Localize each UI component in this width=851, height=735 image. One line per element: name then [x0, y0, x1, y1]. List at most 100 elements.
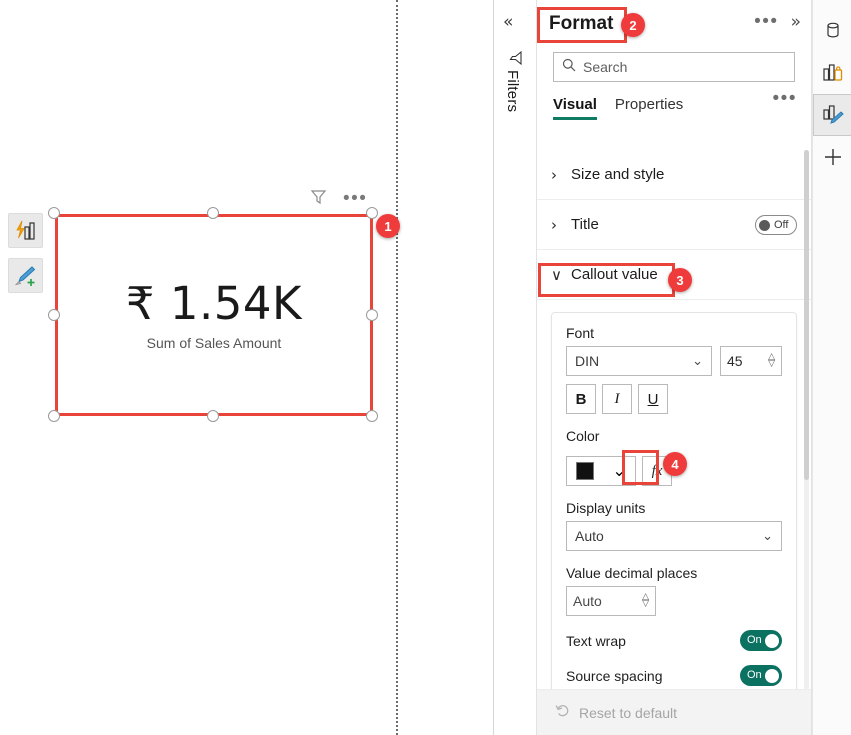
annotation-badge-4: 4 — [663, 452, 687, 476]
text-wrap-toggle[interactable]: On — [740, 630, 782, 651]
pane-more-options-icon[interactable]: ••• — [754, 12, 778, 31]
tab-visual[interactable]: Visual — [553, 96, 597, 120]
report-canvas[interactable]: ••• ₹ 1.54K Sum of Sales Amount — [0, 0, 398, 735]
pane-expand-icon[interactable]: » — [791, 12, 801, 32]
color-picker[interactable]: ⌄ — [566, 456, 636, 486]
card-visual-selected[interactable]: ₹ 1.54K Sum of Sales Amount — [55, 214, 373, 416]
resize-handle-middle-right[interactable] — [366, 309, 378, 321]
display-units-value: Auto — [575, 528, 604, 544]
resize-handle-bottom-left[interactable] — [48, 410, 60, 422]
build-visual-button[interactable] — [813, 52, 851, 94]
decimal-places-value: Auto — [573, 593, 602, 609]
funnel-icon — [504, 50, 524, 66]
resize-handle-bottom-center[interactable] — [207, 410, 219, 422]
title-toggle[interactable]: Off — [755, 215, 797, 235]
tab-properties[interactable]: Properties — [615, 96, 683, 120]
canvas-outer-margin — [398, 0, 494, 735]
data-pane-button[interactable] — [813, 10, 851, 52]
section-label-size-and-style: Size and style — [571, 166, 665, 183]
search-icon — [562, 58, 576, 77]
format-visual-button[interactable] — [813, 94, 851, 136]
ai-insights-button[interactable] — [8, 213, 43, 248]
chevron-down-icon: ⌄ — [612, 463, 626, 480]
font-style-buttons: B I U — [566, 384, 782, 414]
display-units-select[interactable]: Auto ⌄ — [566, 521, 782, 551]
more-options-icon[interactable]: ••• — [343, 189, 367, 208]
build-visual-icon — [822, 64, 842, 81]
annotation-badge-1: 1 — [376, 214, 400, 238]
stepper-arrows-icon[interactable]: △ ▽ — [768, 353, 775, 369]
chevron-right-icon: › — [551, 215, 557, 234]
paintbrush-plus-icon — [14, 266, 36, 286]
format-visual-icon — [822, 105, 844, 124]
font-label: Font — [566, 325, 595, 341]
resize-handle-top-right[interactable] — [366, 207, 378, 219]
toggle-knob — [765, 633, 779, 648]
undo-icon — [555, 703, 570, 723]
text-wrap-row: Text wrap On — [566, 630, 782, 651]
callout-category-label: Sum of Sales Amount — [146, 334, 282, 351]
format-pane-header-actions: ••• » — [754, 12, 801, 32]
color-swatch — [576, 462, 595, 480]
right-icon-rail — [812, 0, 851, 735]
toggle-knob — [759, 219, 770, 231]
filters-pane-label: Filters — [504, 70, 521, 113]
display-units-label: Display units — [566, 500, 646, 516]
section-label-callout-value: Callout value — [571, 266, 658, 283]
decimal-places-label: Value decimal places — [566, 565, 698, 581]
stepper-arrows-icon[interactable]: △ ▽ — [642, 593, 649, 609]
callout-value-settings-card: Font DIN ⌄ 45 △ ▽ B I U Color ⌄ fx Displ… — [551, 312, 797, 701]
section-size-and-style[interactable]: › Size and style — [537, 150, 811, 200]
format-pane: Format ••• » Visual Properties ••• — [537, 0, 812, 735]
filters-pane-collapsed[interactable]: « Filters — [495, 0, 537, 735]
filter-icon[interactable] — [310, 188, 327, 210]
font-row: DIN ⌄ 45 △ ▽ — [566, 346, 782, 376]
format-pane-tabs: Visual Properties ••• — [537, 82, 811, 120]
tabs-more-options-icon[interactable]: ••• — [773, 89, 797, 108]
format-pane-title: Format — [549, 13, 614, 34]
add-visual-button[interactable] — [813, 136, 851, 178]
format-pane-header: Format ••• » — [537, 0, 811, 48]
source-spacing-label: Source spacing — [566, 667, 663, 684]
italic-button[interactable]: I — [602, 384, 632, 414]
section-title[interactable]: › Title Off — [537, 200, 811, 250]
resize-handle-top-left[interactable] — [48, 207, 60, 219]
reset-to-default-button[interactable]: Reset to default — [537, 689, 811, 735]
color-label: Color — [566, 428, 600, 444]
format-search-box[interactable] — [553, 52, 795, 82]
stepper-down-icon[interactable]: ▽ — [642, 600, 649, 609]
resize-handle-middle-left[interactable] — [48, 309, 60, 321]
font-family-select[interactable]: DIN ⌄ — [566, 346, 712, 376]
font-size-value: 45 — [727, 353, 743, 369]
font-family-value: DIN — [575, 353, 600, 369]
text-wrap-label: Text wrap — [566, 632, 626, 649]
search-input[interactable] — [583, 59, 786, 75]
chevron-right-icon: › — [551, 165, 557, 184]
power-bi-report-editor: ••• ₹ 1.54K Sum of Sales Amount « Filter… — [0, 0, 851, 735]
stepper-down-icon[interactable]: ▽ — [768, 360, 775, 369]
format-search-wrapper — [537, 48, 811, 82]
collapse-pane-icon[interactable]: « — [503, 12, 513, 32]
source-spacing-row: Source spacing On — [566, 665, 782, 686]
font-size-stepper[interactable]: 45 △ ▽ — [720, 346, 782, 376]
bold-button[interactable]: B — [566, 384, 596, 414]
underline-button[interactable]: U — [638, 384, 668, 414]
source-spacing-toggle[interactable]: On — [740, 665, 782, 686]
add-icon — [824, 149, 841, 165]
format-pane-body: › Size and style › Title Off ∨ Callout v… — [537, 150, 811, 735]
annotation-badge-3: 3 — [668, 268, 692, 292]
visual-header-icons: ••• — [310, 188, 367, 210]
scrollbar-thumb[interactable] — [804, 150, 809, 480]
annotation-badge-2: 2 — [621, 13, 645, 37]
format-pane-scrollbar[interactable] — [804, 150, 809, 690]
resize-handle-bottom-right[interactable] — [366, 410, 378, 422]
chevron-down-icon: ∨ — [551, 265, 562, 284]
visual-floating-toolbar — [8, 213, 43, 293]
format-paint-button[interactable] — [8, 258, 43, 293]
ai-insights-icon — [15, 220, 35, 240]
data-icon — [826, 22, 839, 38]
reset-to-default-label: Reset to default — [579, 704, 678, 721]
resize-handle-top-center[interactable] — [207, 207, 219, 219]
callout-value-text: ₹ 1.54K — [125, 277, 303, 331]
decimal-places-stepper[interactable]: Auto △ ▽ — [566, 586, 656, 616]
